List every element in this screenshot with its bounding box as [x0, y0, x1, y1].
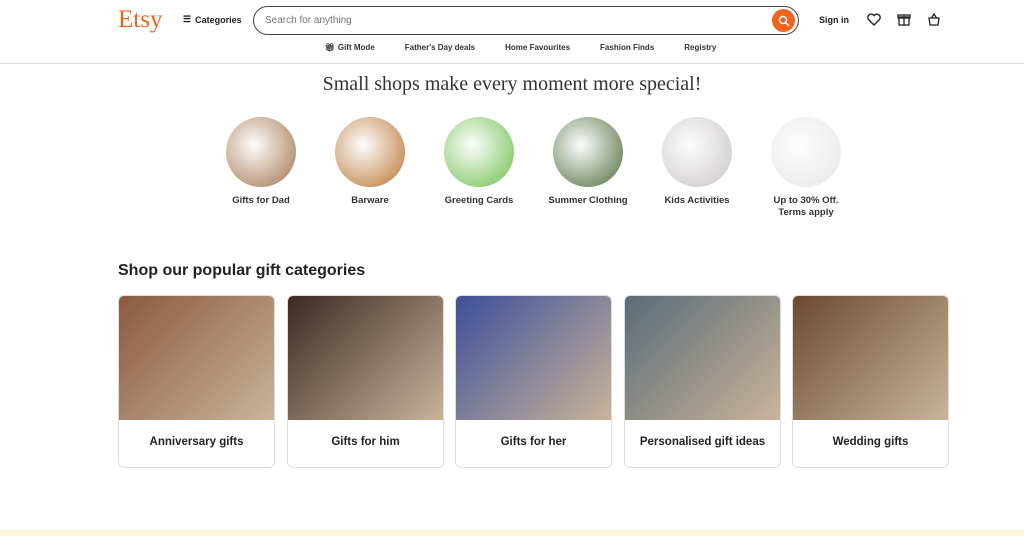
category-circle[interactable]: Gifts for Dad [216, 117, 306, 207]
heart-icon[interactable] [866, 11, 882, 27]
menu-icon: ☰ [183, 14, 192, 24]
category-circle[interactable]: Greeting Cards [434, 117, 524, 207]
search-button[interactable] [772, 9, 795, 32]
card-image [119, 296, 274, 420]
headline: Small shops make every moment more speci… [322, 73, 702, 95]
category-label: Up to 30% Off. Terms apply [773, 195, 839, 218]
gift-icon: 🎁︎ [324, 43, 335, 52]
category-label: Gifts for Dad [232, 195, 290, 206]
category-circle[interactable]: Up to 30% Off. Terms apply [761, 117, 851, 219]
search-bar [253, 6, 799, 35]
category-image [444, 117, 514, 187]
card-label: Gifts for her [500, 436, 567, 448]
footer-strip [0, 530, 1024, 536]
card-label: Personalised gift ideas [639, 436, 766, 448]
gift-icon[interactable] [896, 11, 912, 27]
category-circle[interactable]: Kids Activities [652, 117, 742, 207]
category-circle[interactable]: Barware [325, 117, 415, 207]
card-label: Wedding gifts [832, 436, 909, 448]
sign-in-link[interactable]: Sign in [819, 15, 849, 25]
nav-registry[interactable]: Registry [684, 43, 716, 52]
nav-fathers-day[interactable]: Father's Day deals [405, 43, 475, 52]
search-input[interactable] [265, 15, 772, 26]
search-icon [778, 15, 790, 27]
category-circle[interactable]: Summer Clothing [543, 117, 633, 207]
card-label: Gifts for him [331, 436, 400, 448]
category-label: Greeting Cards [444, 195, 514, 206]
nav-gift-mode[interactable]: 🎁︎ Gift Mode [325, 43, 375, 52]
card-image [288, 296, 443, 420]
top-nav: 🎁︎ Gift Mode Father's Day deals Home Favo… [0, 43, 1024, 52]
categories-button[interactable]: ☰ Categories [183, 14, 242, 25]
gift-category-card[interactable]: Personalised gift ideas [624, 295, 781, 468]
category-image [553, 117, 623, 187]
category-image [226, 117, 296, 187]
category-image [335, 117, 405, 187]
category-image [662, 117, 732, 187]
section-title: Shop our popular gift categories [118, 262, 366, 279]
nav-fashion-finds[interactable]: Fashion Finds [600, 43, 654, 52]
card-image [625, 296, 780, 420]
gift-category-card[interactable]: Wedding gifts [792, 295, 949, 468]
divider [0, 63, 1024, 64]
category-label: Barware [351, 195, 389, 206]
category-label: Summer Clothing [548, 195, 628, 206]
gift-category-card[interactable]: Anniversary gifts [118, 295, 275, 468]
gift-category-card[interactable]: Gifts for her [455, 295, 612, 468]
card-label: Anniversary gifts [149, 436, 244, 448]
card-image [456, 296, 611, 420]
category-label: Kids Activities [664, 195, 730, 206]
etsy-logo[interactable]: Etsy [118, 6, 162, 34]
category-image [771, 117, 841, 187]
nav-label: Gift Mode [337, 43, 375, 52]
gift-category-card[interactable]: Gifts for him [287, 295, 444, 468]
card-image [793, 296, 948, 420]
nav-home-favourites[interactable]: Home Favourites [505, 43, 570, 52]
cart-icon[interactable] [926, 11, 942, 27]
categories-label: Categories [195, 14, 242, 25]
